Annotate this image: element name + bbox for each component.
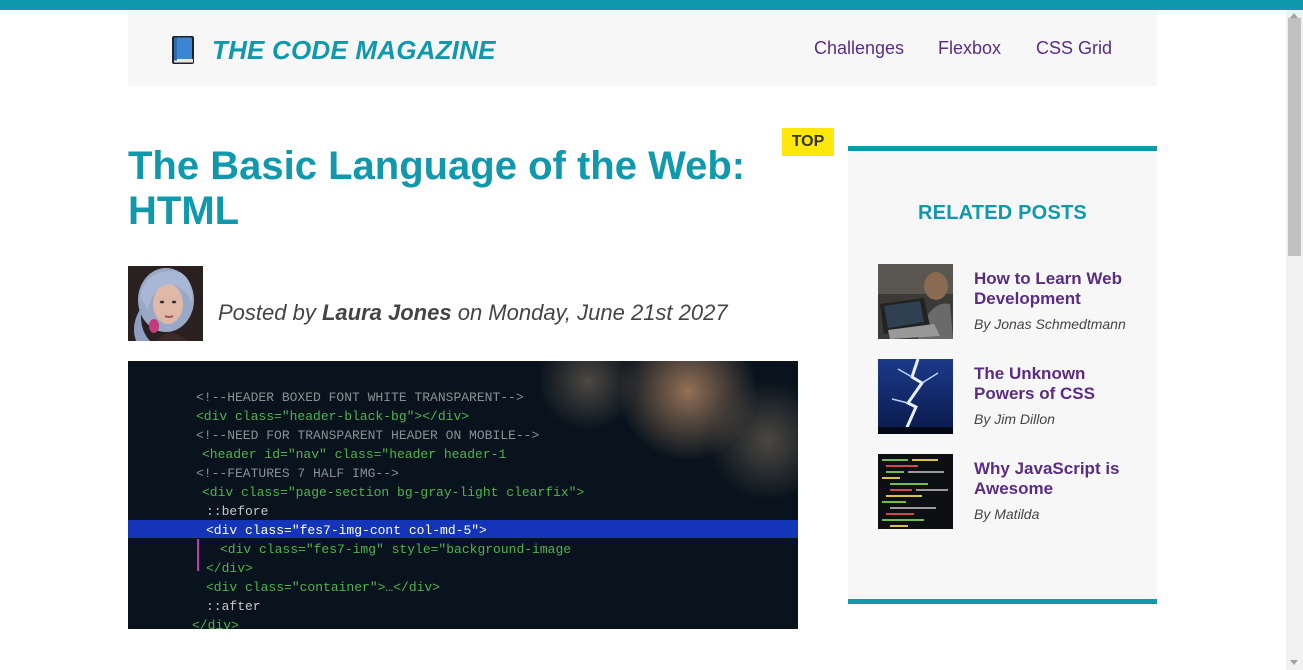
hero-code-line: <div class="fes7-img-cont col-md-5">	[206, 523, 487, 538]
related-post-thumbnail[interactable]	[878, 264, 953, 339]
related-post-title[interactable]: How to Learn Web Development	[974, 269, 1144, 309]
hero-code-line: <div class="container">…</div>	[206, 580, 440, 595]
scroll-down-arrow-icon[interactable]	[1290, 660, 1298, 665]
site-logo-text[interactable]: THE CODE MAGAZINE	[212, 35, 496, 66]
byline-date: on Monday, June 21st 2027	[457, 300, 728, 325]
top-accent-bar	[0, 0, 1303, 10]
related-post-author: By Jonas Schmedtmann	[974, 316, 1126, 332]
hero-code-line: <div class="fes7-img" style="background-…	[220, 542, 571, 557]
author-avatar	[128, 266, 203, 341]
related-post-author: By Matilda	[974, 506, 1040, 522]
related-post-title[interactable]: Why JavaScript is Awesome	[974, 459, 1144, 499]
book-icon	[170, 35, 196, 65]
related-posts-title: RELATED POSTS	[918, 202, 1087, 224]
hero-code-line: <!--NEED FOR TRANSPARENT HEADER ON MOBIL…	[196, 428, 539, 443]
byline-author: Laura Jones	[321, 300, 452, 325]
top-badge: TOP	[782, 128, 834, 156]
related-posts-panel: RELATED POSTS How to Learn Web Developme…	[848, 146, 1157, 604]
article-byline: Posted by Laura Jones on Monday, June 21…	[218, 300, 728, 326]
hero-code-line: ::after	[206, 599, 261, 614]
nav-link-css-grid[interactable]: CSS Grid	[1036, 38, 1112, 59]
related-post-item[interactable]: The Unknown Powers of CSS By Jim Dillon	[878, 359, 1138, 434]
article-title: The Basic Language of the Web: HTML	[128, 144, 746, 233]
hero-code-line: <div class="header-black-bg"></div>	[196, 409, 469, 424]
byline-prefix: Posted by	[218, 300, 316, 325]
hero-code-line: <!--HEADER BOXED FONT WHITE TRANSPARENT-…	[196, 390, 524, 405]
related-post-thumbnail[interactable]	[878, 359, 953, 434]
nav-link-flexbox[interactable]: Flexbox	[938, 38, 1001, 59]
related-post-author: By Jim Dillon	[974, 411, 1055, 427]
nav-link-challenges[interactable]: Challenges	[814, 38, 904, 59]
related-post-thumbnail[interactable]	[878, 454, 953, 529]
article-hero-image: <!--HEADER BOXED FONT WHITE TRANSPARENT-…	[128, 361, 798, 629]
hero-code-line: </div>	[192, 618, 239, 629]
hero-code-line: </div>	[206, 561, 253, 576]
site-header: THE CODE MAGAZINE Challenges Flexbox CSS…	[128, 11, 1157, 86]
page-scrollbar[interactable]	[1286, 10, 1303, 670]
related-post-item[interactable]: Why JavaScript is Awesome By Matilda	[878, 454, 1138, 529]
scrollbar-thumb[interactable]	[1288, 18, 1301, 256]
hero-code-line: ::before	[206, 504, 268, 519]
hero-code-line: <header id="nav" class="header header-1	[202, 447, 506, 462]
hero-code-line: <!--FEATURES 7 HALF IMG-->	[196, 466, 399, 481]
related-post-title[interactable]: The Unknown Powers of CSS	[974, 364, 1144, 404]
related-post-item[interactable]: How to Learn Web Development By Jonas Sc…	[878, 264, 1138, 339]
hero-code-line: <div class="page-section bg-gray-light c…	[202, 485, 584, 500]
